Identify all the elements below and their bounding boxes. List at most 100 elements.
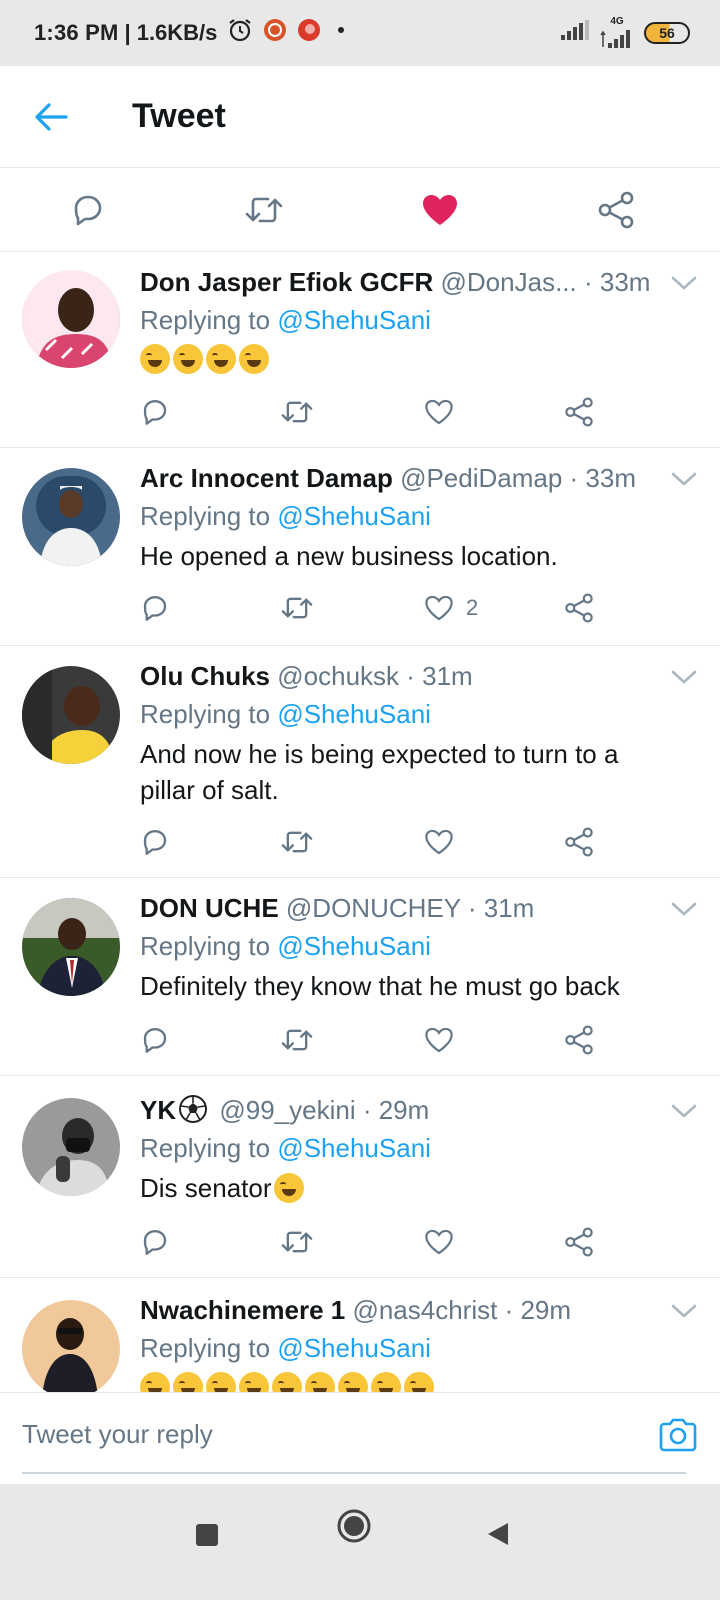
reply-author-line: DON UCHE @DONUCHEY · 31m [140,892,660,924]
laughing-emoji-icon [273,1173,304,1203]
reply-tweet[interactable]: DON UCHE @DONUCHEY · 31m Replying to @Sh… [0,878,720,1076]
mention-link[interactable]: @ShehuSani [277,699,431,729]
reply-author-line: Olu Chuks @ochuksk · 31m [140,660,660,692]
reply-actions [140,1222,610,1262]
back-triangle-icon [488,1523,508,1545]
back-arrow-icon [35,102,68,131]
reply-text: He opened a new business location. [140,541,558,571]
like-button[interactable] [424,822,466,862]
avatar[interactable] [22,898,120,996]
mention-link[interactable]: @ShehuSani [277,501,431,531]
share-button[interactable] [564,588,594,628]
author-name[interactable]: Arc Innocent Damap [140,463,393,493]
heart-outline-icon [425,399,453,425]
like-button[interactable] [424,392,466,432]
heart-outline-icon [425,595,453,621]
replying-to: Replying to @ShehuSani [140,930,431,962]
reply-button[interactable] [140,822,170,862]
like-button[interactable] [424,1222,466,1262]
retweet-button[interactable] [280,392,314,432]
reply-actions [140,1020,610,1060]
laughing-emoji-icon [206,344,236,374]
author-handle: @DonJas... [440,267,577,297]
author-name[interactable]: Nwachinemere 1 [140,1295,345,1325]
reply-tweet[interactable]: YK @99_yekini · 29m Replying to @ShehuSa… [0,1076,720,1278]
avatar[interactable] [22,1300,120,1392]
chevron-down-icon[interactable] [670,274,698,292]
share-icon [565,593,593,623]
author-handle: @PediDamap [400,463,563,493]
share-button[interactable] [564,822,594,862]
back-button[interactable] [0,102,100,132]
reply-button[interactable] [140,1020,170,1060]
reply-text-row: Dis senator [140,1170,670,1206]
replying-label: Replying to [140,1333,278,1363]
reply-button[interactable] [140,588,170,628]
back-nav-button[interactable] [484,1520,512,1553]
reply-tweet[interactable]: Don Jasper Efiok GCFR @DonJas... · 33m R… [0,252,720,448]
share-button[interactable] [594,188,638,232]
chevron-down-icon[interactable] [670,1102,698,1120]
status-bar: 1:36 PM | 1.6KB/s 4G 56 [0,0,720,66]
chevron-down-icon[interactable] [670,668,698,686]
avatar[interactable] [22,666,120,764]
mention-link[interactable]: @ShehuSani [277,1133,431,1163]
laughing-emoji-icon [140,344,170,374]
chevron-down-icon[interactable] [670,470,698,488]
retweet-button[interactable] [280,822,314,862]
chevron-down-icon[interactable] [670,900,698,918]
mention-link[interactable]: @ShehuSani [277,931,431,961]
more-notifications-dot [331,20,351,46]
reply-button[interactable] [140,1222,170,1262]
reply-time: · 29m [355,1095,430,1125]
battery-level: 56 [659,25,675,41]
retweet-button[interactable] [280,588,314,628]
camera-button[interactable] [658,1417,698,1458]
retweet-button[interactable] [280,1222,314,1262]
like-button[interactable] [418,188,462,232]
tweet-action-bar [0,168,720,252]
reply-tweet[interactable]: Nwachinemere 1 @nas4christ · 29m Replyin… [0,1278,720,1392]
heart-filled-icon [423,195,457,225]
crying-laughing-emoji-icon [206,1372,236,1392]
retweet-button[interactable] [242,188,286,232]
home-button[interactable] [336,1508,372,1549]
tweet-screen: 1:36 PM | 1.6KB/s 4G 56 Tweet Don Jasper… [0,0,720,1600]
author-name[interactable]: Olu Chuks [140,661,270,691]
reply-tweet[interactable]: Arc Innocent Damap @PediDamap · 33m Repl… [0,448,720,646]
whatsapp-notification-icon [263,18,287,48]
retweet-button[interactable] [280,1020,314,1060]
share-icon [565,1025,593,1055]
soccer-ball-icon [179,1095,208,1123]
reply-author-line: YK @99_yekini · 29m [140,1094,660,1126]
mention-link[interactable]: @ShehuSani [277,1333,431,1363]
reply-icon [143,830,167,855]
avatar[interactable] [22,270,120,368]
author-name[interactable]: YK [140,1095,176,1125]
share-button[interactable] [564,1222,594,1262]
author-name[interactable]: DON UCHE [140,893,279,923]
reply-text: Dis senator [140,1173,272,1203]
like-button[interactable]: 2 [424,588,478,628]
author-handle: @DONUCHEY [285,893,461,923]
retweet-icon [245,197,283,223]
reply-button[interactable] [66,188,110,232]
reply-emoji-content [140,1372,434,1392]
reply-time: · 29m [497,1295,572,1325]
home-circle-icon [337,1509,371,1543]
share-button[interactable] [564,392,594,432]
share-button[interactable] [564,1020,594,1060]
like-button[interactable] [424,1020,466,1060]
reply-input[interactable]: Tweet your reply [22,1419,213,1450]
avatar[interactable] [22,1098,120,1196]
recents-button[interactable] [194,1522,220,1553]
avatar[interactable] [22,468,120,566]
reply-tweet[interactable]: Olu Chuks @ochuksk · 31m Replying to @Sh… [0,646,720,878]
reply-button[interactable] [140,392,170,432]
network-type: 4G [610,16,624,27]
chevron-down-icon[interactable] [670,1302,698,1320]
crying-laughing-emoji-icon [338,1372,368,1392]
author-name[interactable]: Don Jasper Efiok GCFR [140,267,433,297]
reply-time: · 33m [562,463,636,493]
mention-link[interactable]: @ShehuSani [277,305,431,335]
